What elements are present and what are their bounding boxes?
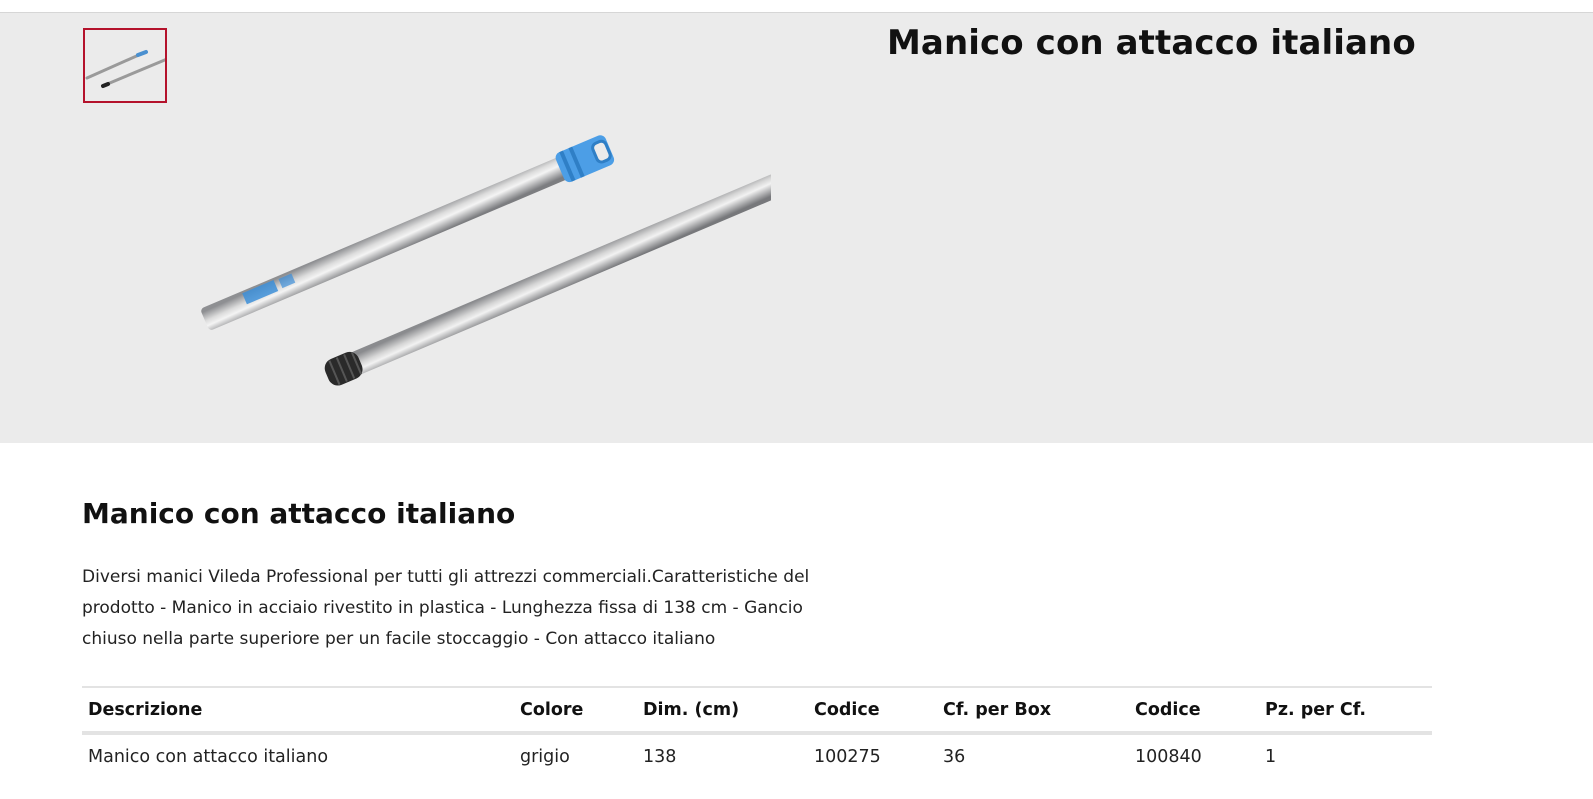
cell-dimensione: 138 <box>643 747 677 767</box>
table-row: Manico con attacco italiano grigio 138 1… <box>82 733 1432 779</box>
product-gallery: Manico con attacco italiano <box>0 13 1593 443</box>
broom-handle-thumbnail-icon <box>85 50 165 88</box>
product-description: Diversi manici Vileda Professional per t… <box>82 567 810 649</box>
cell-codice-2: 100840 <box>1135 747 1202 767</box>
product-title: Manico con attacco italiano <box>887 23 1416 63</box>
column-header-codice: Codice <box>814 699 880 720</box>
product-spec-table: Descrizione Colore Dim. (cm) Codice Cf. … <box>82 686 1432 779</box>
table-header-row: Descrizione Colore Dim. (cm) Codice Cf. … <box>82 687 1432 733</box>
section-title: Manico con attacco italiano <box>82 497 516 530</box>
cell-pz-per-cf: 1 <box>1265 747 1277 767</box>
cell-descrizione: Manico con attacco italiano <box>88 747 329 767</box>
product-main-image <box>200 113 771 388</box>
product-thumbnail[interactable] <box>83 28 167 103</box>
column-header-pz-per-cf: Pz. per Cf. <box>1265 699 1367 720</box>
column-header-descrizione: Descrizione <box>88 699 203 720</box>
broom-handle-image-icon <box>201 135 771 386</box>
cell-colore: grigio <box>520 747 570 767</box>
column-header-codice-2: Codice <box>1135 699 1201 720</box>
cell-codice: 100275 <box>814 747 881 767</box>
cell-cf-per-box: 36 <box>943 747 966 767</box>
column-header-cf-per-box: Cf. per Box <box>943 699 1052 720</box>
column-header-colore: Colore <box>520 699 584 720</box>
column-header-dimensione: Dim. (cm) <box>643 699 740 720</box>
